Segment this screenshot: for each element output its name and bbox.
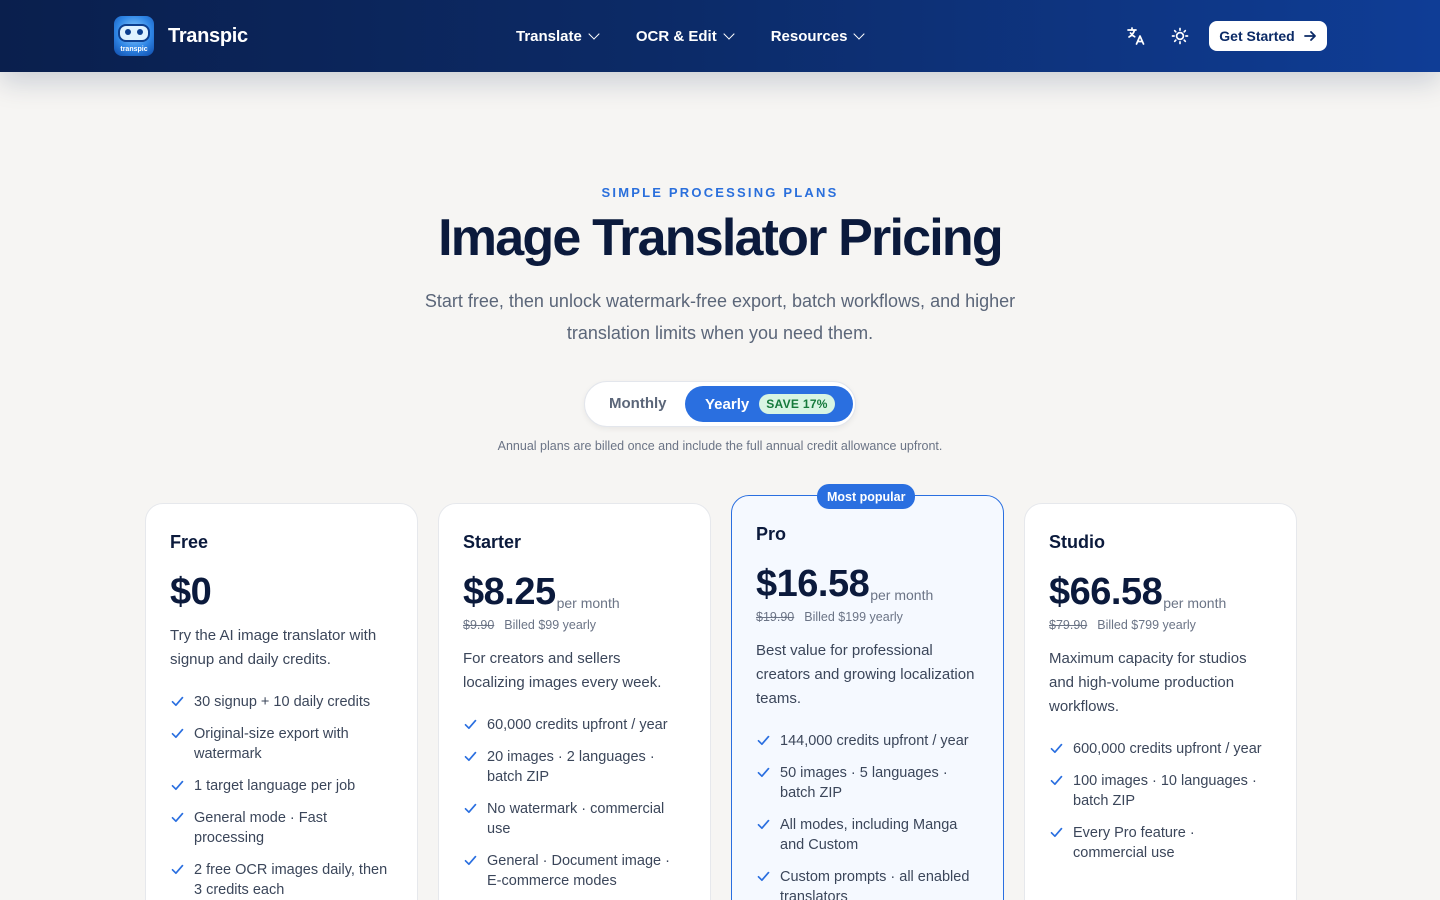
billed-amount: Billed $199 yearly (804, 610, 903, 624)
logo-icon: transpic (114, 16, 154, 56)
top-nav: transpic Transpic Translate OCR & Edit R… (0, 0, 1440, 72)
check-icon (757, 819, 770, 830)
plan-name: Pro (756, 524, 787, 544)
billed-amount: Billed $99 yearly (504, 618, 596, 632)
old-price: $19.90 (756, 610, 795, 624)
chevron-down-icon (853, 28, 866, 40)
billing-toggle: Monthly Yearly SAVE 17% (584, 381, 856, 427)
check-icon (757, 767, 770, 778)
plan-name: Studio (1049, 532, 1105, 552)
chevron-down-icon (723, 28, 735, 40)
get-started-label: Get Started (1219, 28, 1295, 44)
feature-item: 144,000 credits upfront / year (756, 731, 979, 751)
feature-item: 1 target language per job (170, 776, 393, 796)
plan-description: Maximum capacity for studios and high-vo… (1049, 650, 1247, 715)
plan-name: Starter (463, 532, 522, 552)
plan-price: $66.58 (1049, 571, 1163, 613)
brand-name: Transpic (168, 24, 248, 47)
feature-list: 144,000 credits upfront / year 50 images… (756, 731, 979, 900)
feature-list: 30 signup + 10 daily credits Original-si… (170, 692, 393, 900)
billed-amount: Billed $799 yearly (1097, 618, 1196, 632)
plan-description: Try the AI image translator with signup … (170, 627, 377, 668)
check-icon (757, 871, 770, 882)
price-period: per month (870, 587, 934, 603)
check-icon (171, 780, 184, 791)
plan-description: For creators and sellers localizing imag… (463, 650, 662, 691)
price-row: $66.58 per month (1049, 572, 1272, 612)
plan-price: $0 (170, 571, 212, 613)
get-started-button[interactable]: Get Started (1209, 21, 1327, 51)
billing-monthly-option[interactable]: Monthly (609, 395, 667, 412)
check-icon (464, 803, 477, 814)
feature-item: General mode · Fast processing (170, 808, 393, 848)
billing-info: $79.90 Billed $799 yearly (1049, 618, 1272, 632)
plan-card-free: Free $0 Try the AI image translator with… (145, 503, 418, 900)
check-icon (464, 855, 477, 866)
menu-label: OCR & Edit (635, 27, 717, 45)
feature-item: General · Document image · E-commerce mo… (463, 851, 686, 891)
menu-label: Translate (516, 27, 582, 45)
feature-item: All modes, including Manga and Custom (756, 815, 979, 855)
old-price: $79.90 (1049, 618, 1088, 632)
menu-ocr-edit[interactable]: OCR & Edit (635, 27, 735, 45)
check-icon (171, 728, 184, 739)
old-price: $9.90 (463, 618, 495, 632)
section-eyebrow: SIMPLE PROCESSING PLANS (601, 185, 839, 200)
check-icon (171, 812, 184, 823)
feature-item: 60,000 credits upfront / year (463, 715, 686, 735)
plan-card-pro: Most popular Pro $16.58 per month $19.90… (731, 484, 1004, 900)
feature-item: 2 free OCR images daily, then 3 credits … (170, 860, 393, 900)
price-row: $16.58 per month (756, 564, 979, 604)
price-row: $0 (170, 572, 393, 612)
feature-item: Every Pro feature · commercial use (1049, 823, 1272, 863)
check-icon (464, 719, 477, 730)
feature-item: Original-size export with watermark (170, 724, 393, 764)
price-row: $8.25 per month (463, 572, 686, 612)
feature-item: No watermark · commercial use (463, 799, 686, 839)
plan-price: $8.25 (463, 571, 556, 613)
plan-description: Best value for professional creators and… (756, 642, 975, 707)
sun-icon[interactable] (1168, 24, 1192, 48)
page-subtitle: Start free, then unlock watermark-free e… (424, 291, 1016, 343)
page-title: Image Translator Pricing (438, 209, 1003, 267)
chevron-down-icon (588, 28, 600, 40)
plan-card-studio: Studio $66.58 per month $79.90 Billed $79… (1024, 503, 1297, 900)
feature-list: 60,000 credits upfront / year 20 images … (463, 715, 686, 891)
check-icon (171, 696, 184, 707)
price-period: per month (1163, 595, 1227, 611)
main-menu: Translate OCR & Edit Resources (516, 0, 901, 72)
price-period: per month (556, 595, 620, 611)
plan-name: Free (170, 532, 209, 552)
feature-item: 600,000 credits upfront / year (1049, 739, 1272, 759)
translate-icon[interactable] (1124, 24, 1148, 48)
plan-card-starter: Starter $8.25 per month $9.90 Billed $99 … (438, 503, 711, 900)
most-popular-badge: Most popular (817, 484, 916, 509)
feature-item: 20 images · 2 languages · batch ZIP (463, 747, 686, 787)
menu-translate[interactable]: Translate (516, 27, 600, 45)
billing-info: $19.90 Billed $199 yearly (756, 610, 979, 624)
feature-item: 50 images · 5 languages · batch ZIP (756, 763, 979, 803)
check-icon (464, 751, 477, 762)
annual-billing-note: Annual plans are billed once and include… (497, 439, 943, 453)
feature-item: 100 images · 10 languages · batch ZIP (1049, 771, 1272, 811)
menu-resources[interactable]: Resources (770, 27, 866, 45)
check-icon (1050, 775, 1063, 786)
brand[interactable]: transpic Transpic (114, 16, 248, 56)
plan-price: $16.58 (756, 563, 870, 605)
feature-item: Custom prompts · all enabled translators (756, 867, 979, 900)
arrow-right-icon (1303, 31, 1316, 41)
billing-yearly-label: Yearly (705, 395, 750, 413)
check-icon (1050, 743, 1063, 754)
check-icon (1050, 827, 1063, 838)
billing-info: $9.90 Billed $99 yearly (463, 618, 686, 632)
billing-yearly-option[interactable]: Yearly SAVE 17% (685, 386, 853, 422)
menu-label: Resources (770, 27, 848, 45)
check-icon (171, 864, 184, 875)
feature-item: 30 signup + 10 daily credits (170, 692, 393, 712)
check-icon (757, 735, 770, 746)
save-badge: SAVE 17% (759, 394, 835, 414)
feature-list: 600,000 credits upfront / year 100 image… (1049, 739, 1272, 863)
